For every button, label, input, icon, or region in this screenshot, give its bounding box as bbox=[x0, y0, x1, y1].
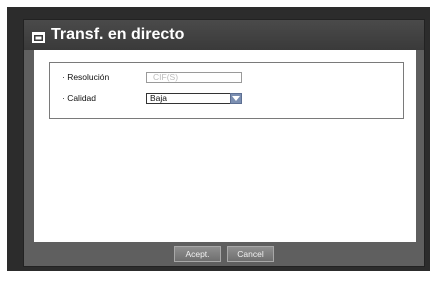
resolution-row: · Resolución CIF(S) bbox=[62, 70, 242, 84]
chevron-down-icon[interactable] bbox=[230, 92, 242, 104]
dialog-content: · Resolución CIF(S) · Calidad Baja bbox=[34, 50, 416, 242]
quality-value: Baja bbox=[150, 92, 168, 103]
dialog-buttons: Acept. Cancel bbox=[24, 246, 424, 262]
resolution-field: CIF(S) bbox=[146, 71, 242, 83]
cancel-button[interactable]: Cancel bbox=[227, 246, 274, 262]
dialog-titlebar: Transf. en directo bbox=[24, 20, 424, 50]
quality-select[interactable]: Baja bbox=[146, 92, 242, 104]
settings-group: · Resolución CIF(S) · Calidad Baja bbox=[49, 62, 404, 119]
quality-label: · Calidad bbox=[62, 93, 97, 103]
window-icon bbox=[32, 30, 45, 43]
resolution-label: · Resolución bbox=[62, 72, 110, 82]
dialog-title: Transf. en directo bbox=[51, 26, 185, 43]
accept-button[interactable]: Acept. bbox=[174, 246, 221, 262]
live-transfer-dialog: Transf. en directo · Resolución CIF(S) ·… bbox=[23, 19, 425, 267]
quality-row: · Calidad Baja bbox=[62, 91, 242, 105]
